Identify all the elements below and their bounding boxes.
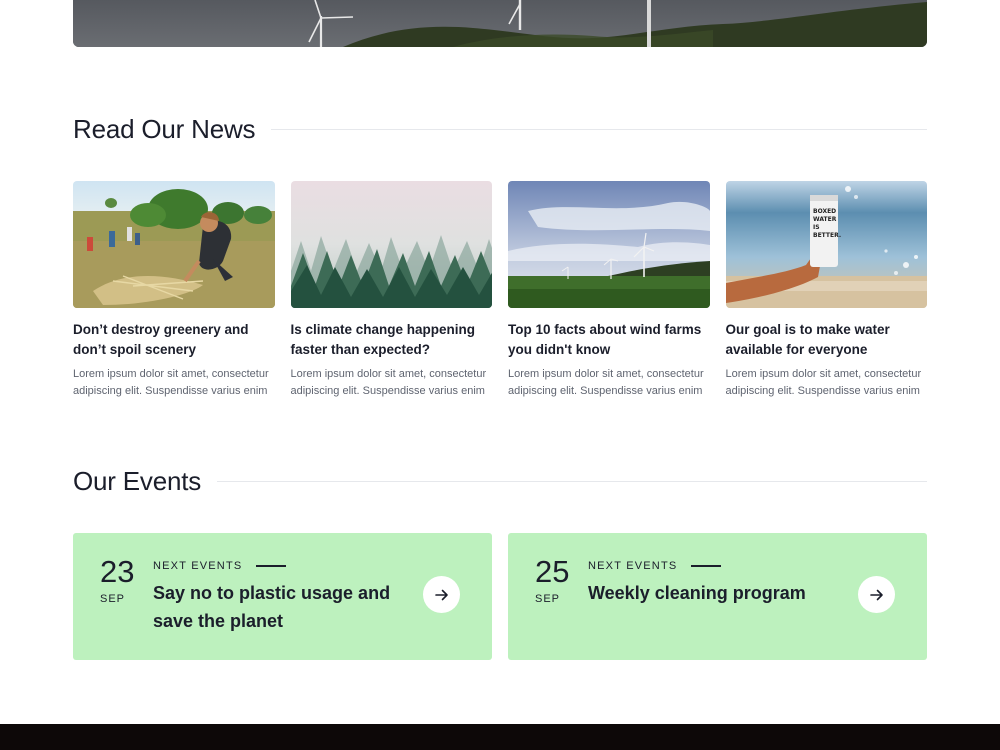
news-card[interactable]: Don’t destroy greenery and don’t spoil s… xyxy=(73,181,275,400)
news-excerpt: Lorem ipsum dolor sit amet, consectetur … xyxy=(725,368,922,397)
news-section-header: Read Our News xyxy=(73,114,927,145)
footer-strip xyxy=(0,724,1000,750)
news-list: Don’t destroy greenery and don’t spoil s… xyxy=(73,181,927,400)
svg-text:WATER: WATER xyxy=(813,216,837,223)
hero-image xyxy=(73,0,927,47)
event-kicker: NEXT EVENTS xyxy=(588,560,722,572)
event-month: SEP xyxy=(535,593,561,605)
news-section-title: Read Our News xyxy=(73,114,256,144)
news-excerpt: Lorem ipsum dolor sit amet, consectetur … xyxy=(508,368,704,397)
news-heading-divider xyxy=(271,129,927,130)
svg-text:IS: IS xyxy=(813,224,820,231)
event-title[interactable]: Weekly cleaning program xyxy=(588,579,838,607)
news-card[interactable]: BOXED WATER IS BETTER. Our goal is to ma… xyxy=(725,181,928,400)
event-card[interactable]: 25 SEP NEXT EVENTS Weekly cleaning progr… xyxy=(508,533,927,660)
kicker-dash xyxy=(691,565,722,567)
news-excerpt: Lorem ipsum dolor sit amet, consectetur … xyxy=(290,368,487,397)
arrow-right-icon xyxy=(869,589,883,600)
volunteer-planting-photo[interactable] xyxy=(73,181,275,308)
foggy-forest-photo[interactable] xyxy=(290,181,492,308)
event-title[interactable]: Say no to plastic usage and save the pla… xyxy=(153,579,403,635)
events-heading-divider xyxy=(217,481,927,482)
event-arrow-button[interactable] xyxy=(858,576,895,613)
event-kicker-label: NEXT EVENTS xyxy=(588,560,678,572)
news-excerpt: Lorem ipsum dolor sit amet, consectetur … xyxy=(73,368,269,397)
event-card[interactable]: 23 SEP NEXT EVENTS Say no to plastic usa… xyxy=(73,533,492,660)
arrow-right-icon xyxy=(434,589,448,600)
svg-text:BETTER.: BETTER. xyxy=(813,232,841,239)
news-title[interactable]: Don’t destroy greenery and don’t spoil s… xyxy=(73,320,275,360)
event-day: 23 xyxy=(100,554,135,589)
news-card[interactable]: Top 10 facts about wind farms you didn't… xyxy=(508,181,710,400)
events-section-title: Our Events xyxy=(73,466,202,496)
kicker-dash xyxy=(256,565,287,567)
news-title[interactable]: Our goal is to make water available for … xyxy=(726,320,928,360)
event-arrow-button[interactable] xyxy=(423,576,460,613)
event-kicker: NEXT EVENTS xyxy=(153,560,287,572)
news-card[interactable]: Is climate change happening faster than … xyxy=(290,181,493,400)
event-kicker-label: NEXT EVENTS xyxy=(153,560,243,572)
wind-farm-photo[interactable] xyxy=(508,181,710,308)
news-title[interactable]: Is climate change happening faster than … xyxy=(291,320,493,360)
events-list: 23 SEP NEXT EVENTS Say no to plastic usa… xyxy=(73,533,927,660)
events-section-header: Our Events xyxy=(73,466,927,497)
news-title[interactable]: Top 10 facts about wind farms you didn't… xyxy=(508,320,710,360)
event-month: SEP xyxy=(100,593,126,605)
svg-text:BOXED: BOXED xyxy=(813,208,836,215)
event-day: 25 xyxy=(535,554,570,589)
water-carton-beach-photo[interactable]: BOXED WATER IS BETTER. xyxy=(725,181,927,308)
